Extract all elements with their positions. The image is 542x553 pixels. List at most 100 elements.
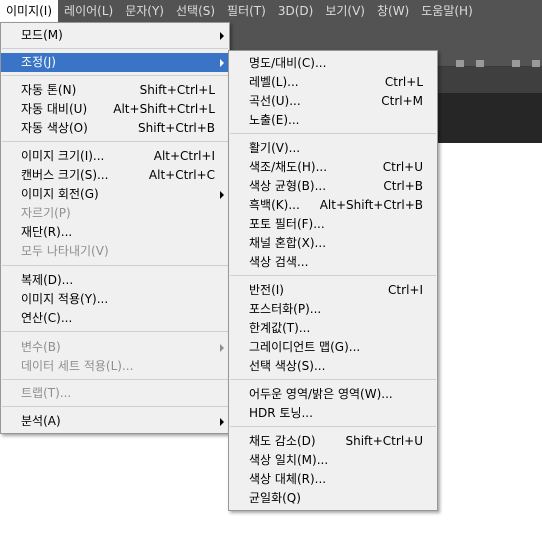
menu-item-auto-contrast[interactable]: 자동 대비(U) Alt+Shift+Ctrl+L: [1, 100, 229, 119]
menu-item-shortcut: Shift+Ctrl+L: [139, 83, 215, 97]
menu-item-label: 재단(R)...: [21, 225, 73, 239]
submenu-arrow-icon: [220, 32, 224, 40]
menu-item-label: 이미지 회전(G): [21, 187, 99, 201]
menu-item-black-white[interactable]: 흑백(K)... Alt+Shift+Ctrl+B: [229, 196, 437, 215]
menu-item-label: 연산(C)...: [21, 311, 73, 325]
menu-item-reveal-all[interactable]: 모두 나타내기(V): [1, 242, 229, 261]
submenu-arrow-icon: [220, 59, 224, 67]
menu-item-label: 어두운 영역/밝은 영역(W)...: [249, 387, 393, 401]
menu-item-label: 트랩(T)...: [21, 386, 72, 400]
menu-item-color-lookup[interactable]: 색상 검색...: [229, 253, 437, 272]
menu-item-calculations[interactable]: 연산(C)...: [1, 309, 229, 328]
menu-item-image-size[interactable]: 이미지 크기(I)... Alt+Ctrl+I: [1, 147, 229, 166]
menu-separator: [2, 379, 228, 380]
menu-item-crop[interactable]: 자르기(P): [1, 204, 229, 223]
menu-item-label: 색상 일치(M)...: [249, 453, 329, 467]
menu-item-shortcut: Alt+Ctrl+C: [148, 168, 215, 182]
menu-item-apply-image[interactable]: 이미지 적용(Y)...: [1, 290, 229, 309]
menu-item-variables[interactable]: 변수(B): [1, 338, 229, 357]
menu-item-threshold[interactable]: 한계값(T)...: [229, 319, 437, 338]
menu-item-canvas-size[interactable]: 캔버스 크기(S)... Alt+Ctrl+C: [1, 166, 229, 185]
menu-item-replace-color[interactable]: 색상 대체(R)...: [229, 470, 437, 489]
adjustments-submenu: 명도/대비(C)... 레벨(L)... Ctrl+L 곡선(U)... Ctr…: [228, 50, 438, 511]
menu-separator: [230, 379, 436, 380]
menu-help[interactable]: 도움말(H): [415, 0, 479, 22]
menu-separator: [230, 133, 436, 134]
menu-item-duplicate[interactable]: 복제(D)...: [1, 271, 229, 290]
menu-window[interactable]: 창(W): [371, 0, 415, 22]
menu-item-label: 그레이디언트 맵(G)...: [249, 340, 361, 354]
menu-item-trim[interactable]: 재단(R)...: [1, 223, 229, 242]
menu-item-auto-tone[interactable]: 자동 톤(N) Shift+Ctrl+L: [1, 81, 229, 100]
menu-item-label: 채도 감소(D): [249, 434, 316, 448]
menu-item-match-color[interactable]: 색상 일치(M)...: [229, 451, 437, 470]
menu-item-hue-saturation[interactable]: 색조/채도(H)... Ctrl+U: [229, 158, 437, 177]
menu-item-channel-mixer[interactable]: 채널 혼합(X)...: [229, 234, 437, 253]
menu-item-label: 자동 색상(O): [21, 121, 88, 135]
menu-item-label: 이미지 크기(I)...: [21, 149, 105, 163]
menu-separator: [2, 265, 228, 266]
menu-item-label: 포스터화(P)...: [249, 302, 322, 316]
menu-item-invert[interactable]: 반전(I) Ctrl+I: [229, 281, 437, 300]
menu-item-shortcut: Alt+Shift+Ctrl+L: [113, 102, 215, 116]
menu-item-label: 모드(M): [21, 28, 63, 42]
menu-item-adjustments[interactable]: 조정(J): [1, 53, 229, 72]
menu-item-hdr-toning[interactable]: HDR 토닝...: [229, 404, 437, 423]
menu-item-exposure[interactable]: 노출(E)...: [229, 111, 437, 130]
menu-item-label: HDR 토닝...: [249, 406, 313, 420]
menu-item-label: 색조/채도(H)...: [249, 160, 328, 174]
menu-item-label: 조정(J): [21, 55, 56, 69]
menu-item-color-balance[interactable]: 색상 균형(B)... Ctrl+B: [229, 177, 437, 196]
menu-item-label: 이미지 적용(Y)...: [21, 292, 109, 306]
menu-item-label: 자동 대비(U): [21, 102, 88, 116]
menu-item-shadows-highlights[interactable]: 어두운 영역/밝은 영역(W)...: [229, 385, 437, 404]
menu-type[interactable]: 문자(Y): [119, 0, 170, 22]
submenu-arrow-icon: [220, 418, 224, 426]
menu-item-label: 색상 대체(R)...: [249, 472, 327, 486]
menu-separator: [230, 426, 436, 427]
menu-item-vibrance[interactable]: 활기(V)...: [229, 139, 437, 158]
menu-item-shortcut: Shift+Ctrl+U: [345, 434, 423, 448]
menu-item-brightness-contrast[interactable]: 명도/대비(C)...: [229, 54, 437, 73]
menu-3d[interactable]: 3D(D): [272, 0, 319, 22]
menu-item-mode[interactable]: 모드(M): [1, 26, 229, 45]
menu-item-shortcut: Alt+Shift+Ctrl+B: [319, 198, 423, 212]
menu-item-curves[interactable]: 곡선(U)... Ctrl+M: [229, 92, 437, 111]
menu-item-label: 곡선(U)...: [249, 94, 301, 108]
menu-item-auto-color[interactable]: 자동 색상(O) Shift+Ctrl+B: [1, 119, 229, 138]
menu-item-photo-filter[interactable]: 포토 필터(F)...: [229, 215, 437, 234]
submenu-arrow-icon: [220, 344, 224, 352]
menu-item-posterize[interactable]: 포스터화(P)...: [229, 300, 437, 319]
menu-item-label: 자르기(P): [21, 206, 71, 220]
menu-separator: [2, 75, 228, 76]
menu-item-apply-data-set[interactable]: 데이터 세트 적용(L)...: [1, 357, 229, 376]
menu-filter[interactable]: 필터(T): [221, 0, 272, 22]
menu-item-label: 채널 혼합(X)...: [249, 236, 327, 250]
menu-item-shortcut: Ctrl+B: [383, 179, 423, 193]
menu-item-shortcut: Ctrl+L: [384, 75, 423, 89]
menu-item-label: 복제(D)...: [21, 273, 74, 287]
menu-layer[interactable]: 레이어(L): [58, 0, 119, 22]
menu-item-trap[interactable]: 트랩(T)...: [1, 384, 229, 403]
menu-item-selective-color[interactable]: 선택 색상(S)...: [229, 357, 437, 376]
menu-item-image-rotation[interactable]: 이미지 회전(G): [1, 185, 229, 204]
menu-item-label: 변수(B): [21, 340, 61, 354]
menu-item-label: 명도/대비(C)...: [249, 56, 327, 70]
menu-item-shortcut: Shift+Ctrl+B: [138, 121, 215, 135]
menu-item-levels[interactable]: 레벨(L)... Ctrl+L: [229, 73, 437, 92]
menu-view[interactable]: 보기(V): [319, 0, 371, 22]
menu-item-shortcut: Ctrl+M: [381, 94, 423, 108]
image-menu-dropdown: 모드(M) 조정(J) 자동 톤(N) Shift+Ctrl+L 자동 대비(U…: [0, 22, 230, 434]
menu-image[interactable]: 이미지(I): [0, 0, 59, 22]
menu-item-label: 선택 색상(S)...: [249, 359, 326, 373]
menu-item-label: 모두 나타내기(V): [21, 244, 109, 258]
menu-separator: [2, 48, 228, 49]
menu-item-equalize[interactable]: 균일화(Q): [229, 489, 437, 508]
menu-item-desaturate[interactable]: 채도 감소(D) Shift+Ctrl+U: [229, 432, 437, 451]
menu-item-analysis[interactable]: 분석(A): [1, 412, 229, 431]
menu-item-label: 활기(V)...: [249, 141, 301, 155]
menu-item-label: 색상 균형(B)...: [249, 179, 327, 193]
menu-select[interactable]: 선택(S): [170, 0, 221, 22]
menu-item-gradient-map[interactable]: 그레이디언트 맵(G)...: [229, 338, 437, 357]
menu-item-label: 자동 톤(N): [21, 83, 77, 97]
